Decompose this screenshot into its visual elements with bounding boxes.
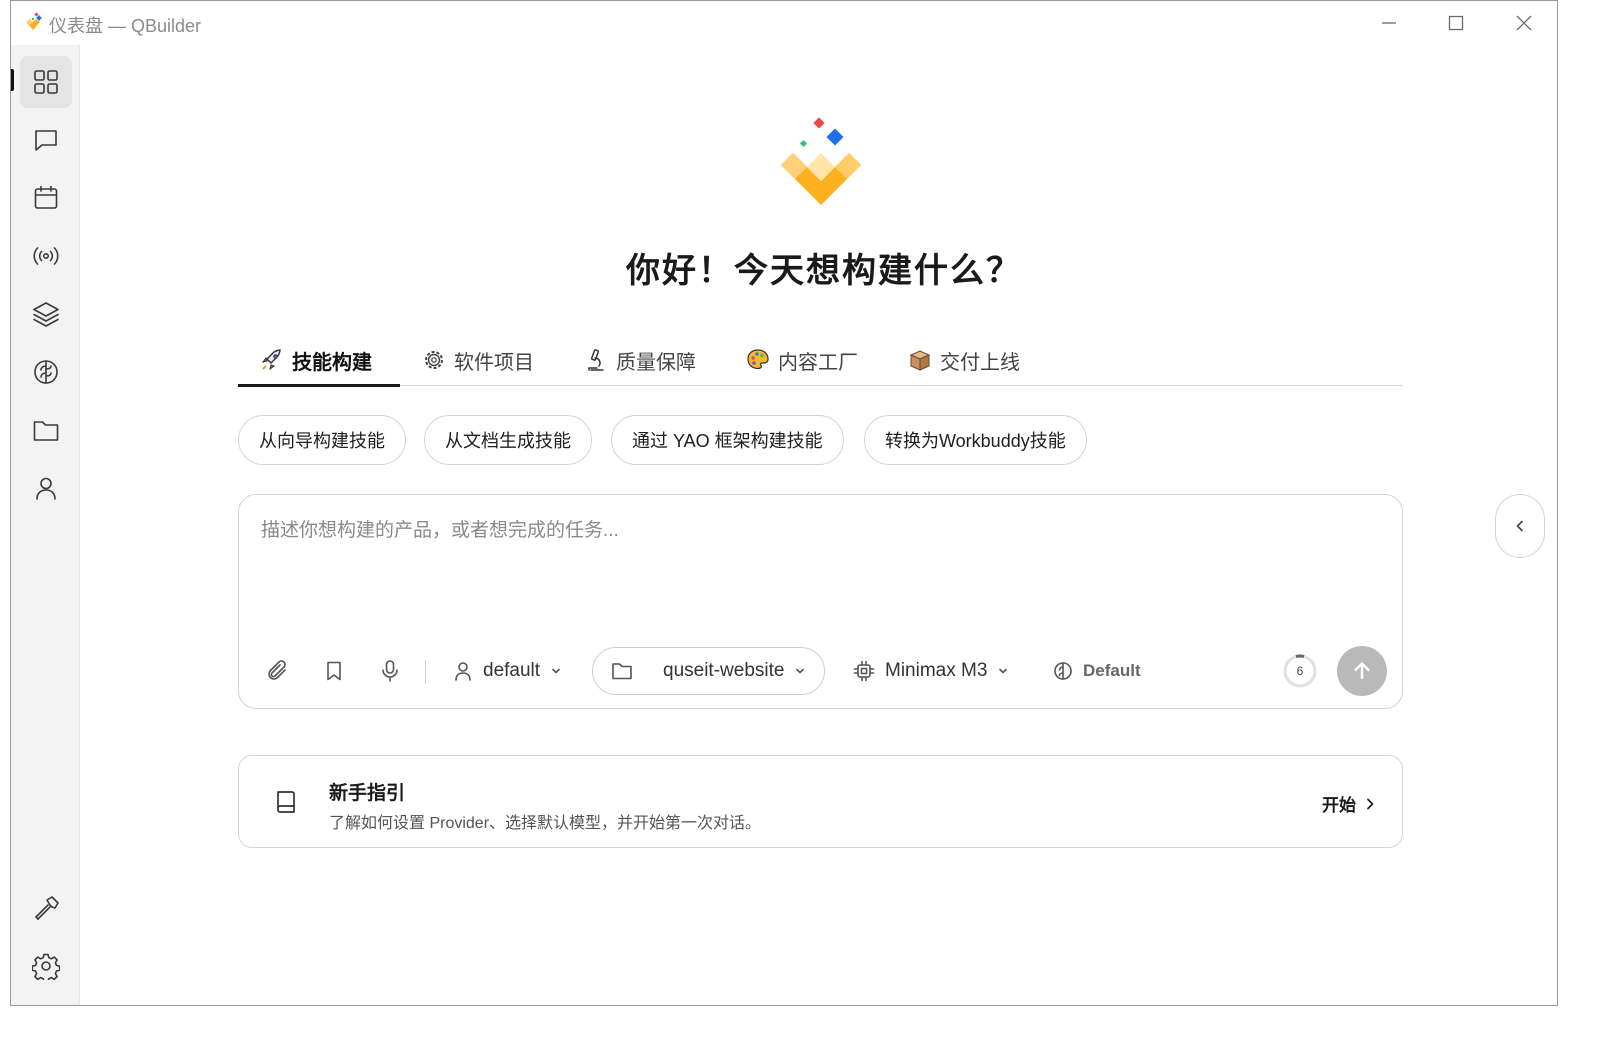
suggestion-chip[interactable]: 通过 YAO 框架构建技能 (611, 415, 844, 465)
tab-label: 交付上线 (940, 351, 1020, 374)
sidebar-item-broadcast[interactable] (20, 230, 72, 282)
project-label: quseit-website (663, 660, 785, 681)
user-icon (455, 662, 471, 681)
tab-label: 技能构建 (292, 351, 372, 374)
tab-software-project[interactable]: 软件项目 (400, 334, 556, 386)
user-icon (36, 477, 56, 500)
main-content: 你好！今天想构建什么？ 技能构建 软件项目 质量保障 内容工厂 交付上线 从向导… (81, 45, 1557, 1005)
agent-selector[interactable]: default (453, 647, 562, 695)
sidebar-item-dashboard[interactable] (20, 56, 72, 108)
window-title: 仪表盘 — QBuilder (49, 16, 202, 36)
palette-icon (746, 348, 770, 372)
onboarding-description: 了解如何设置 Provider、选择默认模型，并开始第一次对话。 (329, 815, 762, 832)
bookmark-button[interactable] (323, 647, 345, 695)
chevron-down-icon (796, 668, 805, 674)
folder-icon (612, 663, 632, 680)
tab-skill-building[interactable]: 技能构建 (238, 334, 394, 386)
chevron-right-icon (1367, 798, 1374, 809)
sidebar-item-folder[interactable] (20, 404, 72, 456)
tab-content-factory[interactable]: 内容工厂 (724, 334, 880, 386)
tab-quality-assurance[interactable]: 质量保障 (562, 334, 718, 386)
app-logo-icon (26, 12, 42, 30)
start-label: 开始 (1322, 796, 1356, 815)
hammer-icon (35, 896, 59, 920)
project-selector[interactable]: quseit-website (592, 647, 826, 695)
tab-label: 软件项目 (454, 351, 534, 374)
close-icon (1516, 15, 1532, 31)
chevron-left-icon (1516, 520, 1523, 532)
sidebar-item-brain[interactable] (20, 346, 72, 398)
tab-label: 内容工厂 (778, 351, 858, 374)
onboarding-card[interactable]: 新手指引 了解如何设置 Provider、选择默认模型，并开始第一次对话。 开始 (238, 755, 1403, 848)
suggestion-chip[interactable]: 转换为Workbuddy技能 (864, 415, 1087, 465)
app-window: 仪表盘 — QBuilder 你好！今天想构建什么？ 技能构建 软件项目 质量保… (10, 0, 1558, 1006)
paperclip-icon (268, 660, 286, 680)
context-usage-indicator: 6 (1282, 653, 1318, 689)
brand-logo-icon (781, 117, 861, 205)
category-tabs: 技能构建 软件项目 质量保障 内容工厂 交付上线 (238, 334, 1403, 387)
chevron-down-icon (999, 668, 1008, 674)
rocket-icon (260, 348, 284, 372)
title-bar: 仪表盘 — QBuilder (11, 1, 1557, 45)
maximize-icon (1448, 15, 1464, 31)
attach-button[interactable] (265, 647, 289, 695)
layers-icon (33, 302, 59, 327)
close-button[interactable] (1506, 9, 1542, 37)
toolbar-divider (425, 660, 426, 684)
page-title: 你好！今天想构建什么？ (626, 252, 1022, 290)
suggestion-chip[interactable]: 从文档生成技能 (424, 415, 592, 465)
suggestion-chip[interactable]: 从向导构建技能 (238, 415, 406, 465)
gear-icon (422, 348, 446, 372)
calendar-icon (34, 185, 58, 209)
agent-label: default (483, 660, 541, 681)
microphone-icon (382, 660, 398, 682)
grid-icon (34, 70, 58, 94)
prompt-input[interactable] (261, 515, 1361, 615)
context-usage-count: 6 (1296, 664, 1304, 678)
tab-delivery[interactable]: 交付上线 (886, 334, 1042, 386)
gear-icon (32, 953, 60, 980)
microscope-icon (584, 348, 608, 372)
sidebar (11, 45, 80, 1005)
sidebar-item-tools[interactable] (20, 882, 72, 934)
maximize-button[interactable] (1438, 9, 1474, 37)
active-tab-underline (238, 384, 400, 387)
book-icon (275, 789, 297, 820)
package-icon (908, 348, 932, 372)
prompt-composer: default quseit-website Minimax M3 (238, 494, 1403, 709)
send-button[interactable] (1337, 646, 1387, 696)
chip-icon (853, 660, 875, 682)
minimize-icon (1382, 22, 1396, 24)
chat-icon (35, 130, 57, 151)
sidebar-item-settings[interactable] (20, 940, 72, 992)
sidebar-item-calendar[interactable] (20, 172, 72, 224)
folder-icon (33, 421, 59, 441)
minimize-button[interactable] (1371, 9, 1407, 37)
model-selector[interactable]: Minimax M3 (853, 647, 1009, 695)
start-button[interactable]: 开始 (1322, 791, 1376, 816)
mode-label: Default (1083, 661, 1141, 680)
chevron-down-icon (552, 668, 560, 674)
voice-input-button[interactable] (379, 647, 401, 695)
model-label: Minimax M3 (885, 660, 988, 681)
broadcast-icon (33, 247, 59, 265)
sidebar-item-chat[interactable] (20, 114, 72, 166)
brain-icon (34, 360, 58, 384)
panel-toggle-button[interactable] (1495, 494, 1545, 558)
sidebar-item-profile[interactable] (20, 462, 72, 514)
mode-selector[interactable]: Default (1053, 647, 1141, 695)
onboarding-title: 新手指引 (329, 783, 406, 804)
brain-icon (1054, 662, 1072, 680)
sidebar-item-layers[interactable] (20, 288, 72, 340)
active-indicator (11, 69, 14, 91)
arrow-up-icon (1354, 662, 1370, 680)
bookmark-icon (327, 661, 341, 681)
tab-label: 质量保障 (616, 351, 696, 374)
